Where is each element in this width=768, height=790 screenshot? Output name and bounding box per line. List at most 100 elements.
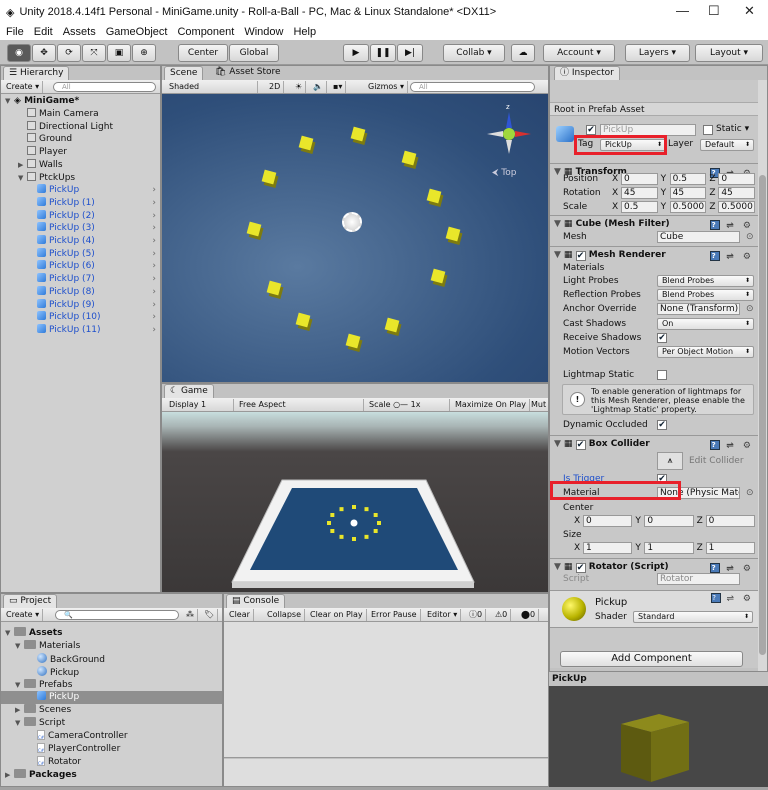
property-dropdown[interactable]: Blend Probes [657,275,754,287]
menu-file[interactable]: File [6,26,24,38]
add-component-button[interactable]: Add Component [560,651,743,667]
scene-root[interactable]: ▼ ◈ MiniGame* [1,95,160,108]
pickup-cube[interactable] [426,188,442,204]
audio-toggle-icon[interactable]: 🔈 [310,81,327,93]
hierarchy-item[interactable]: Main Camera [1,108,160,121]
rotate-tool-icon[interactable]: ⟳ [57,44,81,62]
transform-tool-icon[interactable]: ⊕ [132,44,156,62]
warning-filter-button[interactable]: ⚠0 [492,609,512,621]
step-button[interactable]: ▶| [397,44,423,62]
chevron-right-icon[interactable]: › [152,299,156,312]
property-checkbox[interactable]: ✔ [657,420,667,430]
property-checkbox[interactable] [657,370,667,380]
close-button[interactable]: ✕ [744,3,755,19]
light-gizmo-icon[interactable] [342,212,362,232]
folder-packages[interactable]: ▶ Packages [1,769,222,782]
view-tool-icon[interactable]: ◉ [7,44,31,62]
chevron-right-icon[interactable]: › [152,248,156,261]
menu-gameobject[interactable]: GameObject [106,26,168,38]
edit-collider-label[interactable]: Edit Collider [689,456,744,466]
z-field[interactable]: 45 [718,187,755,199]
inspector-scrollbar[interactable] [758,80,767,671]
static-checkbox[interactable] [703,125,713,135]
enabled-checkbox[interactable]: ✔ [575,440,586,450]
menu-component[interactable]: Component [177,26,234,38]
hierarchy-item-pickup[interactable]: PickUp (5) › [1,247,160,261]
create-button[interactable]: Create ▾ [3,81,44,93]
tab-project[interactable]: ▭ Project [3,594,58,608]
cloud-icon[interactable]: ☁ [511,44,535,62]
x-field[interactable]: 0.5 [621,201,658,213]
chevron-right-icon[interactable]: › [152,222,156,235]
box-collider-header[interactable]: ▼ ▦ ✔ Box Collider ? ⇌ ⚙ [550,435,758,451]
pivot-center-button[interactable]: Center [178,44,228,62]
mesh-renderer-header[interactable]: ▼ ▦ ✔ Mesh Renderer? ⇌ ⚙ [550,246,758,262]
scene-view[interactable]: z ⮜ Top [162,94,548,382]
hierarchy-item[interactable]: ▶ Walls [1,158,160,172]
hierarchy-item-pickup[interactable]: PickUp (4) › [1,235,160,248]
z-field[interactable]: 0 [705,515,755,527]
collapse-button[interactable]: Collapse [264,609,305,621]
scale-tool-icon[interactable]: ⤧ [82,44,106,62]
chevron-right-icon[interactable]: › [152,311,156,324]
scene-search-input[interactable]: All [410,82,535,92]
hierarchy-item-pickup[interactable]: PickUp › [1,184,160,197]
hierarchy-item-pickup[interactable]: PickUp (8) › [1,285,160,299]
layer-dropdown[interactable]: Default [700,139,754,151]
static-label[interactable]: Static ▾ [716,124,749,134]
x-field[interactable]: 0 [583,515,633,527]
collab-button[interactable]: Collab ▾ [443,44,505,62]
edit-collider-icon[interactable]: ⩚ [657,452,683,470]
pivot-global-button[interactable]: Global [229,44,279,62]
menu-help[interactable]: Help [293,26,316,38]
clear-button[interactable]: Clear [226,609,254,621]
pickup-cube[interactable] [295,312,311,328]
tab-console[interactable]: ▤ Console [226,594,286,608]
object-field[interactable]: None (Transform) [657,303,740,315]
pickup-cube[interactable] [401,150,417,166]
filter-label-icon[interactable]: 🏷 [201,609,219,621]
x-field[interactable]: 0 [621,173,658,185]
maximize-button[interactable]: ☐ [708,3,720,19]
y-field[interactable]: 0 [644,515,694,527]
chevron-right-icon[interactable]: › [152,235,156,248]
hierarchy-search-input[interactable]: All [53,82,156,92]
tab-hierarchy[interactable]: ☰ Hierarchy [3,66,70,80]
minimize-button[interactable]: — [676,3,689,18]
chevron-right-icon[interactable]: › [152,210,156,223]
chevron-right-icon[interactable]: › [152,197,156,210]
foldout-arrow-icon[interactable]: ▼ [550,219,564,229]
hierarchy-item[interactable]: Directional Light [1,120,160,134]
z-field[interactable]: 1 [705,542,755,554]
shader-dropdown[interactable]: Standard [633,611,753,623]
x-field[interactable]: 45 [621,187,658,199]
pickup-cube[interactable] [298,135,314,151]
y-field[interactable]: 0.5000 [669,201,707,213]
mesh-filter-header[interactable]: ▼ ▦ Cube (Mesh Filter)? ⇌ ⚙ [550,215,758,231]
asset-pickup-prefab[interactable]: PickUp [1,691,222,704]
asset-background[interactable]: BackGround [1,653,222,666]
chevron-right-icon[interactable]: › [152,324,156,337]
tab-scene[interactable]: Scene [164,66,204,80]
object-picker-icon[interactable]: ⊙ [746,230,754,244]
mesh-field[interactable]: Cube [657,231,740,243]
tab-game[interactable]: ☾ Game [164,384,214,398]
enabled-checkbox[interactable]: ✔ [575,251,586,261]
y-field[interactable]: 1 [644,542,694,554]
project-search-input[interactable]: 🔍 [55,610,179,620]
aspect-dropdown[interactable]: Free Aspect [236,399,364,411]
property-dropdown[interactable]: On [657,318,754,330]
object-picker-icon[interactable]: ⊙ [746,486,754,500]
property-checkbox[interactable]: ✔ [657,333,667,343]
pause-button[interactable]: ❚❚ [370,44,396,62]
scale-slider[interactable]: Scale ○— 1x [366,399,450,411]
pickup-cube[interactable] [430,268,446,284]
property-dropdown[interactable]: Blend Probes [657,289,754,301]
menu-edit[interactable]: Edit [34,26,53,38]
hierarchy-item-pickup[interactable]: PickUp (7) › [1,273,160,286]
foldout-arrow-icon[interactable]: ▼ [550,439,564,449]
hierarchy-item-pickup[interactable]: PickUp (9) › [1,298,160,312]
folder-script[interactable]: ▼ Script [1,717,222,730]
pickup-cube[interactable] [445,226,461,242]
move-tool-icon[interactable]: ✥ [32,44,56,62]
